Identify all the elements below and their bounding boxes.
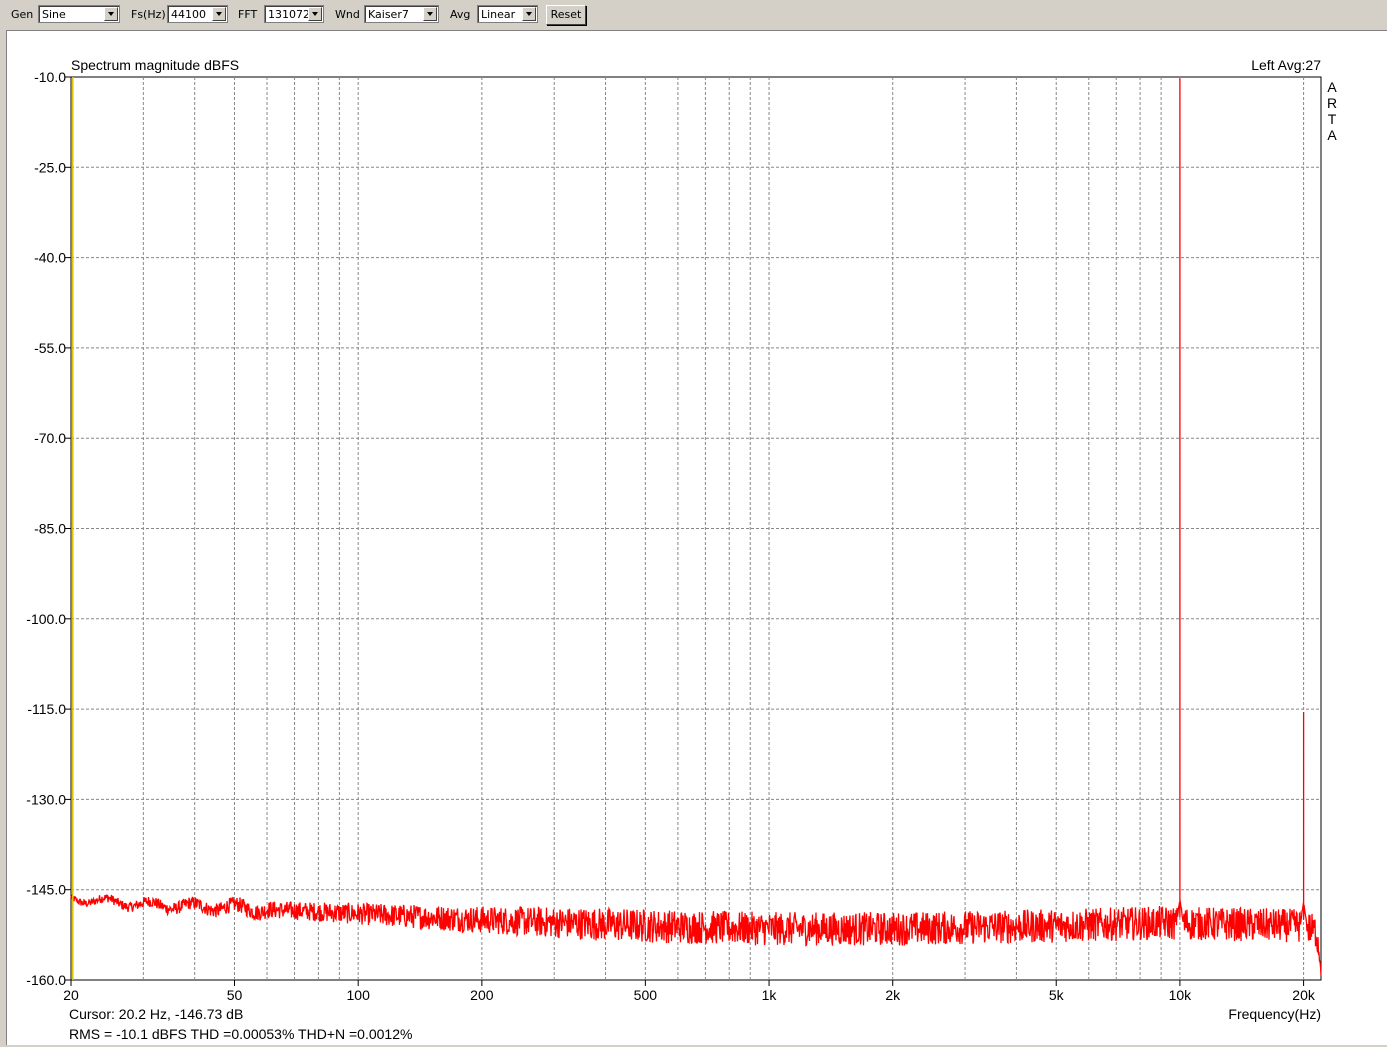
spectrum-chart[interactable]: Spectrum magnitude dBFS Left Avg:27 -10.… xyxy=(7,31,1387,1045)
wnd-label: Wnd xyxy=(335,8,360,21)
y-tick-label: -85.0 xyxy=(34,521,66,537)
arta-logo-letter: R xyxy=(1327,95,1337,111)
measurement-readout: RMS = -10.1 dBFS THD =0.00053% THD+N =0.… xyxy=(69,1026,412,1042)
y-tick-label: -25.0 xyxy=(34,159,66,175)
avg-select[interactable]: Linear xyxy=(477,5,538,23)
fs-select-value: 44100 xyxy=(171,8,206,21)
x-tick-label: 50 xyxy=(227,987,243,1003)
x-tick-label: 10k xyxy=(1169,987,1193,1003)
y-tick-label: -100.0 xyxy=(26,611,66,627)
arta-logo-letter: A xyxy=(1327,79,1337,95)
fft-label: FFT xyxy=(238,8,258,21)
x-tick-label: 20k xyxy=(1292,987,1316,1003)
avg-select-value: Linear xyxy=(481,8,516,21)
chevron-down-icon[interactable] xyxy=(212,7,226,21)
y-tick-label: -70.0 xyxy=(34,430,66,446)
chevron-down-icon[interactable] xyxy=(522,7,536,21)
arta-logo-letter: T xyxy=(1328,111,1337,127)
y-axis: -10.0 -25.0 -40.0 -55.0 -70.0 -85.0 -100.0 -115… xyxy=(26,69,71,988)
y-tick-label: -55.0 xyxy=(34,340,66,356)
cursor-readout: Cursor: 20.2 Hz, -146.73 dB xyxy=(69,1006,243,1022)
chevron-down-icon[interactable] xyxy=(423,7,437,21)
chevron-down-icon[interactable] xyxy=(308,7,322,21)
avg-label: Avg xyxy=(450,8,471,21)
toolbar: Gen Sine Fs(Hz) 44100 FFT 131072 Wnd Kai… xyxy=(0,0,1387,30)
arta-logo-letter: A xyxy=(1327,127,1337,143)
gen-select-value: Sine xyxy=(42,8,66,21)
grid xyxy=(70,76,1322,981)
spectrum-line xyxy=(70,78,1322,976)
x-tick-label: 500 xyxy=(634,987,658,1003)
chevron-down-icon[interactable] xyxy=(104,7,118,21)
plot-area[interactable]: Spectrum magnitude dBFS Left Avg:27 -10.… xyxy=(6,30,1387,1045)
y-tick-label: -10.0 xyxy=(34,69,66,85)
y-tick-label: -130.0 xyxy=(26,791,66,807)
x-tick-label: 2k xyxy=(885,987,901,1003)
fs-select[interactable]: 44100 xyxy=(167,5,228,23)
y-tick-label: -160.0 xyxy=(26,972,66,988)
y-tick-label: -145.0 xyxy=(26,882,66,898)
gen-select[interactable]: Sine xyxy=(38,5,120,23)
y-tick-label: -40.0 xyxy=(34,250,66,266)
fft-select[interactable]: 131072 xyxy=(264,5,324,23)
arta-logo: ARTA xyxy=(1327,79,1337,143)
fft-select-value: 131072 xyxy=(268,8,310,21)
wnd-select-value: Kaiser7 xyxy=(368,8,409,21)
x-axis: 20 50 100 200 500 1k 2k 5k 10k 20k xyxy=(63,980,1316,1003)
x-tick-label: 200 xyxy=(470,987,494,1003)
chart-title: Spectrum magnitude dBFS xyxy=(71,57,239,73)
x-tick-label: 20 xyxy=(63,987,79,1003)
x-tick-label: 1k xyxy=(762,987,778,1003)
x-axis-label: Frequency(Hz) xyxy=(1228,1006,1321,1022)
x-tick-label: 100 xyxy=(347,987,371,1003)
channel-avg-label: Left Avg:27 xyxy=(1251,57,1321,73)
y-tick-label: -115.0 xyxy=(27,701,66,717)
gen-label: Gen xyxy=(11,8,34,21)
x-tick-label: 5k xyxy=(1049,987,1065,1003)
wnd-select[interactable]: Kaiser7 xyxy=(364,5,439,23)
reset-button[interactable]: Reset xyxy=(546,5,586,25)
fs-label: Fs(Hz) xyxy=(131,8,166,21)
